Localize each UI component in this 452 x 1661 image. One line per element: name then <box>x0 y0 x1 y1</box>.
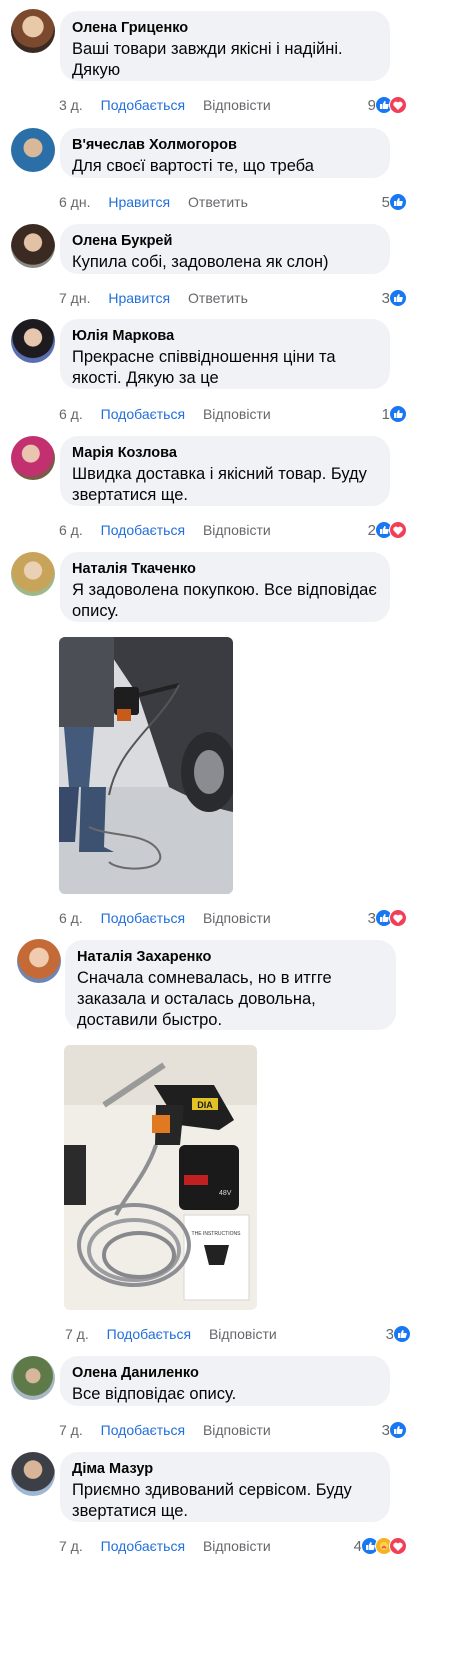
comment-photo[interactable] <box>59 637 233 894</box>
comment-time[interactable]: 7 д. <box>59 1537 83 1555</box>
comment-meta: 7 д. Подобається Відповісти <box>59 1421 285 1439</box>
comment-text: Купила собі, задоволена як слон) <box>72 253 329 271</box>
reaction-summary[interactable]: 5 <box>382 192 407 212</box>
reply-button[interactable]: Відповісти <box>203 909 271 927</box>
like-button[interactable]: Подобається <box>101 1537 185 1555</box>
reaction-summary[interactable]: 4 <box>354 1536 407 1556</box>
like-button[interactable]: Подобається <box>101 521 185 539</box>
comment-time[interactable]: 6 д. <box>59 909 83 927</box>
comment-time[interactable]: 6 дн. <box>59 193 90 211</box>
like-icon <box>389 405 407 423</box>
comment-bubble: Олена Даниленко Все відповідає опису. <box>60 1356 390 1406</box>
comment-author[interactable]: Наталія Захаренко <box>77 948 384 966</box>
comment-bubble: Марія Козлова Швидка доставка і якісний … <box>60 436 390 506</box>
reply-button[interactable]: Ответить <box>188 289 248 307</box>
comment-time[interactable]: 6 д. <box>59 521 83 539</box>
comment-bubble: Олена Букрей Купила собі, задоволена як … <box>60 224 390 274</box>
like-button[interactable]: Подобається <box>101 96 185 114</box>
reaction-summary[interactable]: 3 <box>382 288 407 308</box>
reply-button[interactable]: Відповісти <box>203 521 271 539</box>
reply-button[interactable]: Ответить <box>188 193 248 211</box>
like-button[interactable]: Подобається <box>101 405 185 423</box>
car-wash-photo-image <box>59 637 233 894</box>
comment-time[interactable]: 7 дн. <box>59 289 90 307</box>
reply-button[interactable]: Відповісти <box>209 1325 277 1343</box>
comment-text: Для своєї вартості те, що треба <box>72 157 314 175</box>
love-icon <box>389 521 407 539</box>
avatar[interactable] <box>17 939 61 983</box>
like-icon <box>389 193 407 211</box>
reaction-summary[interactable]: 3 <box>368 908 407 928</box>
voltage-label: 48V <box>219 1190 232 1197</box>
brand-label: DIA <box>197 1100 213 1110</box>
comment-text: Все відповідає опису. <box>72 1385 237 1403</box>
comment-meta: 3 д. Подобається Відповісти <box>59 96 285 114</box>
comment-text: Приємно здивований сервісом. Буду зверта… <box>72 1481 352 1520</box>
comment-bubble: Діма Мазур Приємно здивований сервісом. … <box>60 1452 390 1522</box>
like-button[interactable]: Подобається <box>101 1421 185 1439</box>
like-button[interactable]: Нравится <box>108 289 170 307</box>
reaction-summary[interactable]: 9 <box>368 95 407 115</box>
comment-bubble: Наталія Ткаченко Я задоволена покупкою. … <box>60 552 390 622</box>
comment-text: Сначала сомневалась, но в итгге заказала… <box>77 969 332 1029</box>
comment-time[interactable]: 6 д. <box>59 405 83 423</box>
comment-author[interactable]: Олена Букрей <box>72 232 378 250</box>
comment-bubble: Юлія Маркова Прекрасне співвідношення ці… <box>60 319 390 389</box>
love-icon <box>389 1537 407 1555</box>
reply-button[interactable]: Відповісти <box>203 1421 271 1439</box>
comment-text: Прекрасне співвідношення ціни та якості.… <box>72 348 336 387</box>
avatar[interactable] <box>11 1452 55 1496</box>
comment-bubble: Наталія Захаренко Сначала сомневалась, н… <box>65 940 396 1030</box>
comment-meta: 6 д. Подобається Відповісти <box>59 521 285 539</box>
comment-bubble: Олена Гриценко Ваші товари завжди якісні… <box>60 11 390 81</box>
reaction-summary[interactable]: 2 <box>368 520 407 540</box>
comment-author[interactable]: Олена Гриценко <box>72 19 378 37</box>
avatar[interactable] <box>11 552 55 596</box>
comment-author[interactable]: Олена Даниленко <box>72 1364 378 1382</box>
avatar[interactable] <box>11 128 55 172</box>
manual-title: THE INSTRUCTIONS <box>192 1231 242 1237</box>
like-icon <box>389 1421 407 1439</box>
comment-author[interactable]: Наталія Ткаченко <box>72 560 378 578</box>
comment-author[interactable]: Марія Козлова <box>72 444 378 462</box>
comment-time[interactable]: 7 д. <box>65 1325 89 1343</box>
love-icon <box>389 909 407 927</box>
comment-author[interactable]: Діма Мазур <box>72 1460 378 1478</box>
avatar[interactable] <box>11 9 55 53</box>
like-icon <box>389 289 407 307</box>
comment-meta: 7 д. Подобається Відповісти <box>65 1325 291 1343</box>
comment-text: Ваші товари завжди якісні і надійні. Дяк… <box>72 40 343 79</box>
reply-button[interactable]: Відповісти <box>203 1537 271 1555</box>
reaction-summary[interactable]: 3 <box>386 1324 411 1344</box>
comment-meta: 7 д. Подобається Відповісти <box>59 1537 285 1555</box>
comment-time[interactable]: 7 д. <box>59 1421 83 1439</box>
comment-time[interactable]: 3 д. <box>59 96 83 114</box>
comment-photo[interactable]: DIA 48V THE INSTRUCTIONS <box>64 1045 257 1310</box>
comment-meta: 6 дн. Нравится Ответить <box>59 193 262 211</box>
comment-bubble: В'ячеслав Холмогоров Для своєї вартості … <box>60 128 390 178</box>
like-button[interactable]: Подобається <box>107 1325 191 1343</box>
reaction-summary[interactable]: 1 <box>382 404 407 424</box>
comment-text: Я задоволена покупкою. Все відповідає оп… <box>72 581 377 620</box>
pressure-washer-photo-image: DIA 48V THE INSTRUCTIONS <box>64 1045 257 1310</box>
reply-button[interactable]: Відповісти <box>203 405 271 423</box>
reply-button[interactable]: Відповісти <box>203 96 271 114</box>
avatar[interactable] <box>11 1356 55 1400</box>
comment-meta: 7 дн. Нравится Ответить <box>59 289 262 307</box>
comment-meta: 6 д. Подобається Відповісти <box>59 405 285 423</box>
comment-meta: 6 д. Подобається Відповісти <box>59 909 285 927</box>
comment-author[interactable]: В'ячеслав Холмогоров <box>72 136 378 154</box>
comment-author[interactable]: Юлія Маркова <box>72 327 378 345</box>
like-button[interactable]: Подобається <box>101 909 185 927</box>
avatar[interactable] <box>11 436 55 480</box>
avatar[interactable] <box>11 319 55 363</box>
like-button[interactable]: Нравится <box>108 193 170 211</box>
like-icon <box>393 1325 411 1343</box>
avatar[interactable] <box>11 224 55 268</box>
reaction-summary[interactable]: 3 <box>382 1420 407 1440</box>
comment-text: Швидка доставка і якісний товар. Буду зв… <box>72 465 367 504</box>
love-icon <box>389 96 407 114</box>
